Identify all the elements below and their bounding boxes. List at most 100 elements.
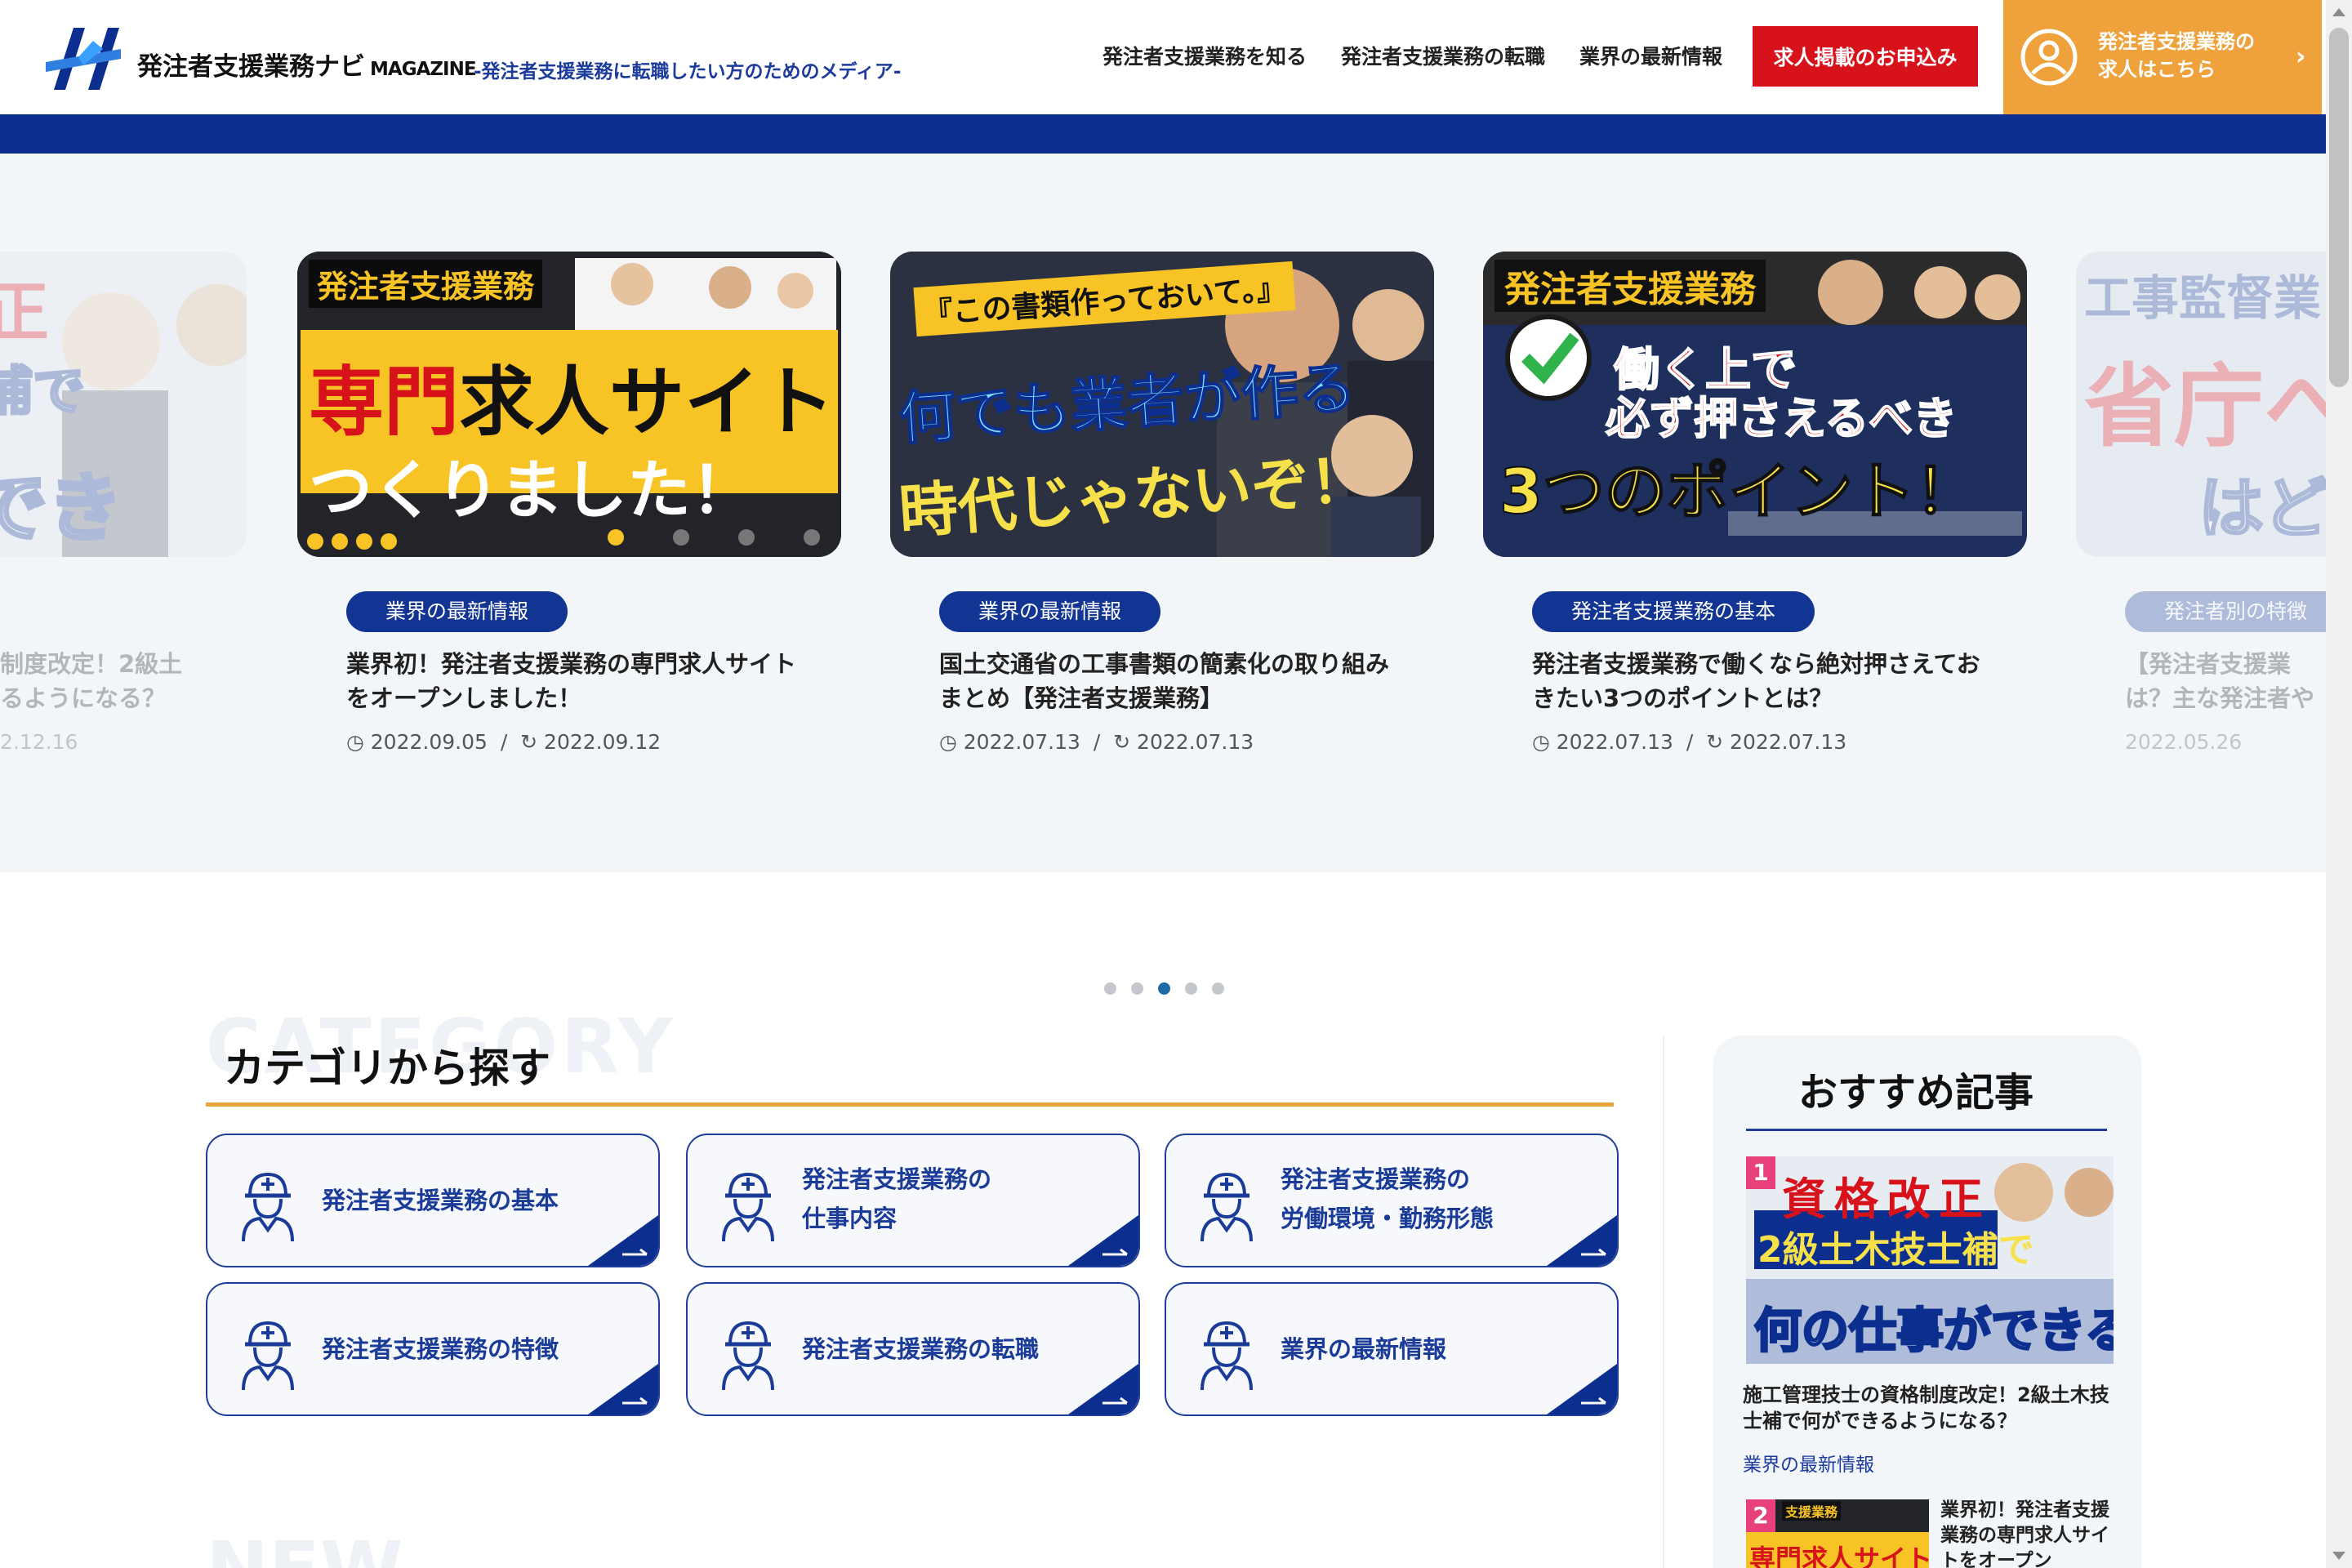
rank1-category[interactable]: 業界の最新情報	[1743, 1449, 1874, 1477]
thumb-text: 2級土木技士補で	[1757, 1229, 2034, 1271]
category-label: 発注者支援業務の特徴	[322, 1335, 559, 1363]
clock-icon: ◷	[346, 730, 364, 754]
thumb-banner: 支援業務	[1782, 1501, 1842, 1521]
category-label: 発注者支援業務の基本	[322, 1187, 559, 1214]
job-listing-line2: 求人はこちら	[2098, 58, 2216, 81]
site-tagline: -発注者支援業務に転職したい方のためのメディア-	[474, 61, 902, 82]
thumb-text: 専門求人サイト	[1749, 1544, 1929, 1568]
worker-helmet-icon	[238, 1166, 297, 1242]
carousel-dot[interactable]	[1212, 982, 1224, 995]
carousel-card[interactable]: 発注者支援業務 専門求人サイト つくりました！ 業界の最新情報 業界初！発注者支…	[297, 252, 841, 754]
arrow-corner-icon	[1547, 1215, 1617, 1266]
carousel-dot[interactable]	[1185, 982, 1197, 995]
carousel-card[interactable]: 『この書類作っておいて。』 何でも業者が作る 時代じゃないぞ！ 業界の最新情報 …	[890, 252, 1434, 754]
card-thumbnail: 『この書類作っておいて。』 何でも業者が作る 時代じゃないぞ！	[890, 252, 1434, 557]
scrollbar-thumb[interactable]	[2329, 28, 2349, 387]
site-header: 発注者支援業務ナビ MAGAZINE -発注者支援業務に転職したい方のためのメディ…	[0, 0, 2352, 114]
category-label: 発注者支援業務の転職	[802, 1335, 1040, 1363]
worker-helmet-icon	[719, 1166, 777, 1242]
thumb-text: できる？	[0, 463, 124, 554]
card-category-tag[interactable]: 業界の最新情報	[939, 591, 1161, 632]
thumb-text: 3つのポイント！	[1499, 454, 1978, 528]
new-bg-word: NEW	[206, 1526, 403, 1568]
thumb-text: はど	[2198, 470, 2327, 548]
card-title[interactable]: 発注者支援業務で働くなら絶対押さえておきたい3つのポイントとは？	[1532, 647, 1989, 715]
carousel-pagination	[1104, 982, 1224, 995]
header-accent-bar	[0, 114, 2326, 154]
card-dates: ◷ 2022.09.05 / ↻ 2022.09.12	[346, 730, 662, 754]
card-title[interactable]: 制度改定！2級土 るようになる？	[0, 647, 245, 715]
published-date: 2022.07.13	[963, 730, 1080, 754]
recommended-underline	[1746, 1129, 2107, 1131]
clock-icon: ◷	[939, 730, 957, 754]
nav-link-about[interactable]: 発注者支援業務を知る	[1102, 41, 1307, 70]
scroll-up-arrow-icon[interactable]	[2332, 8, 2345, 16]
category-card[interactable]: 発注者支援業務の転職	[686, 1282, 1140, 1416]
category-card[interactable]: 業界の最新情報	[1165, 1282, 1619, 1416]
thumb-text: 工事監督業	[2084, 270, 2322, 326]
worker-helmet-icon	[1197, 1166, 1256, 1242]
refresh-icon: ↻	[1113, 730, 1131, 754]
published-date: 2022.09.05	[370, 730, 488, 754]
job-listing-button[interactable]: 発注者支援業務の 求人はこちら ›	[2003, 0, 2322, 114]
carousel-dot-active[interactable]	[1158, 982, 1170, 995]
rank-badge: 1	[1746, 1156, 1775, 1189]
category-card[interactable]: 発注者支援業務の基本	[206, 1134, 660, 1267]
card-date: 2022.05.26	[2125, 730, 2243, 754]
thumb-banner: 発注者支援業務	[309, 260, 543, 308]
card-category-tag[interactable]: 発注者支援業務の基本	[1532, 591, 1815, 632]
worker-helmet-icon	[238, 1315, 297, 1391]
thumb-text: 何の仕事ができる？	[1753, 1302, 2114, 1360]
arrow-corner-icon	[1068, 1215, 1138, 1266]
published-date: 2022.07.13	[1556, 730, 1673, 754]
rank1-title[interactable]: 施工管理技士の資格制度改定！2級土木技士補で何ができるようになる？	[1743, 1382, 2118, 1434]
recommended-sidebar: おすすめ記事 1 資格改正 2級土木技士補で 何の仕事ができる？ 施工管理技士の…	[1713, 1036, 2141, 1568]
carousel-card[interactable]: 正 補で できる？ 制度改定！2級土 るようになる？ 2.12.16	[0, 252, 247, 754]
card-category-tag[interactable]: 業界の最新情報	[346, 591, 568, 632]
category-label: 業界の最新情報	[1281, 1335, 1447, 1363]
category-card[interactable]: 発注者支援業務の 仕事内容	[686, 1134, 1140, 1267]
category-card[interactable]: 発注者支援業務の特徴	[206, 1282, 660, 1416]
category-card[interactable]: 発注者支援業務の 労働環境・勤務形態	[1165, 1134, 1619, 1267]
thumb-banner: 発注者支援業務	[1494, 260, 1766, 312]
logo-icon[interactable]	[46, 24, 121, 93]
updated-date: 2022.07.13	[1137, 730, 1254, 754]
card-thumbnail: 工事監督業 省庁へ はど	[2076, 252, 2326, 557]
card-thumbnail: 発注者支援業務 専門求人サイト つくりました！	[297, 252, 841, 557]
card-title[interactable]: 【発注者支援業 は？主な発注者や	[2125, 647, 2326, 715]
rank2-thumbnail[interactable]: 2 支援業務 専門求人サイト	[1746, 1499, 1929, 1568]
card-title[interactable]: 国土交通省の工事書類の簡素化の取り組みまとめ【発注者支援業務】	[939, 647, 1396, 715]
card-title[interactable]: 業界初！発注者支援業務の専門求人サイトをオープンしました！	[346, 647, 804, 715]
column-divider	[1663, 1036, 1664, 1568]
nav-link-career[interactable]: 発注者支援業務の転職	[1341, 41, 1545, 70]
thumb-text: 正	[0, 274, 49, 350]
card-category-tag[interactable]: 発注者別の特徴	[2125, 591, 2326, 632]
carousel-dot[interactable]	[1104, 982, 1116, 995]
nav-link-news[interactable]: 業界の最新情報	[1579, 41, 1722, 70]
rank-badge: 2	[1746, 1499, 1775, 1532]
logo-magazine: MAGAZINE	[370, 59, 477, 80]
carousel-dot[interactable]	[1131, 982, 1143, 995]
thumb-text: 専門	[309, 359, 460, 446]
rank2-title[interactable]: 業界初！発注者支援業務の専門求人サイトをオープン	[1940, 1498, 2112, 1568]
arrow-corner-icon	[588, 1215, 658, 1266]
card-dates: ◷ 2022.07.13 / ↻ 2022.07.13	[939, 730, 1254, 754]
card-thumbnail: 正 補で できる？	[0, 252, 247, 557]
carousel-card[interactable]: 工事監督業 省庁へ はど 発注者別の特徴 【発注者支援業 は？主な発注者や 20…	[2076, 252, 2326, 754]
category-label: 発注者支援業務の 仕事内容	[802, 1165, 992, 1232]
category-heading: カテゴリから探す	[224, 1045, 550, 1092]
worker-helmet-icon	[1197, 1315, 1256, 1391]
thumb-text: 補で	[0, 361, 87, 424]
page: 発注者支援業務ナビ MAGAZINE -発注者支援業務に転職したい方のためのメディ…	[0, 0, 2352, 1568]
recommended-heading: おすすめ記事	[1798, 1070, 2034, 1116]
job-listing-label: 発注者支援業務の 求人はこちら	[2098, 28, 2255, 83]
scroll-down-arrow-icon[interactable]	[2332, 1552, 2345, 1560]
site-logo-text[interactable]: 発注者支援業務ナビ MAGAZINE	[137, 46, 477, 82]
thumb-text: 必ず押さえるべき	[1605, 392, 1958, 445]
thumb-text: つくりました！	[309, 454, 755, 528]
refresh-icon: ↻	[1706, 730, 1724, 754]
rank1-thumbnail[interactable]: 1 資格改正 2級土木技士補で 何の仕事ができる？	[1746, 1156, 2114, 1364]
card-thumbnail: 発注者支援業務 働く上で 必ず押さえるべき 3つのポイント！	[1483, 252, 2027, 557]
job-posting-apply-button[interactable]: 求人掲載のお申込み	[1753, 26, 1978, 87]
carousel-card[interactable]: 発注者支援業務 働く上で 必ず押さえるべき 3つのポイント！ 発注者支援業務の基…	[1483, 252, 2027, 754]
